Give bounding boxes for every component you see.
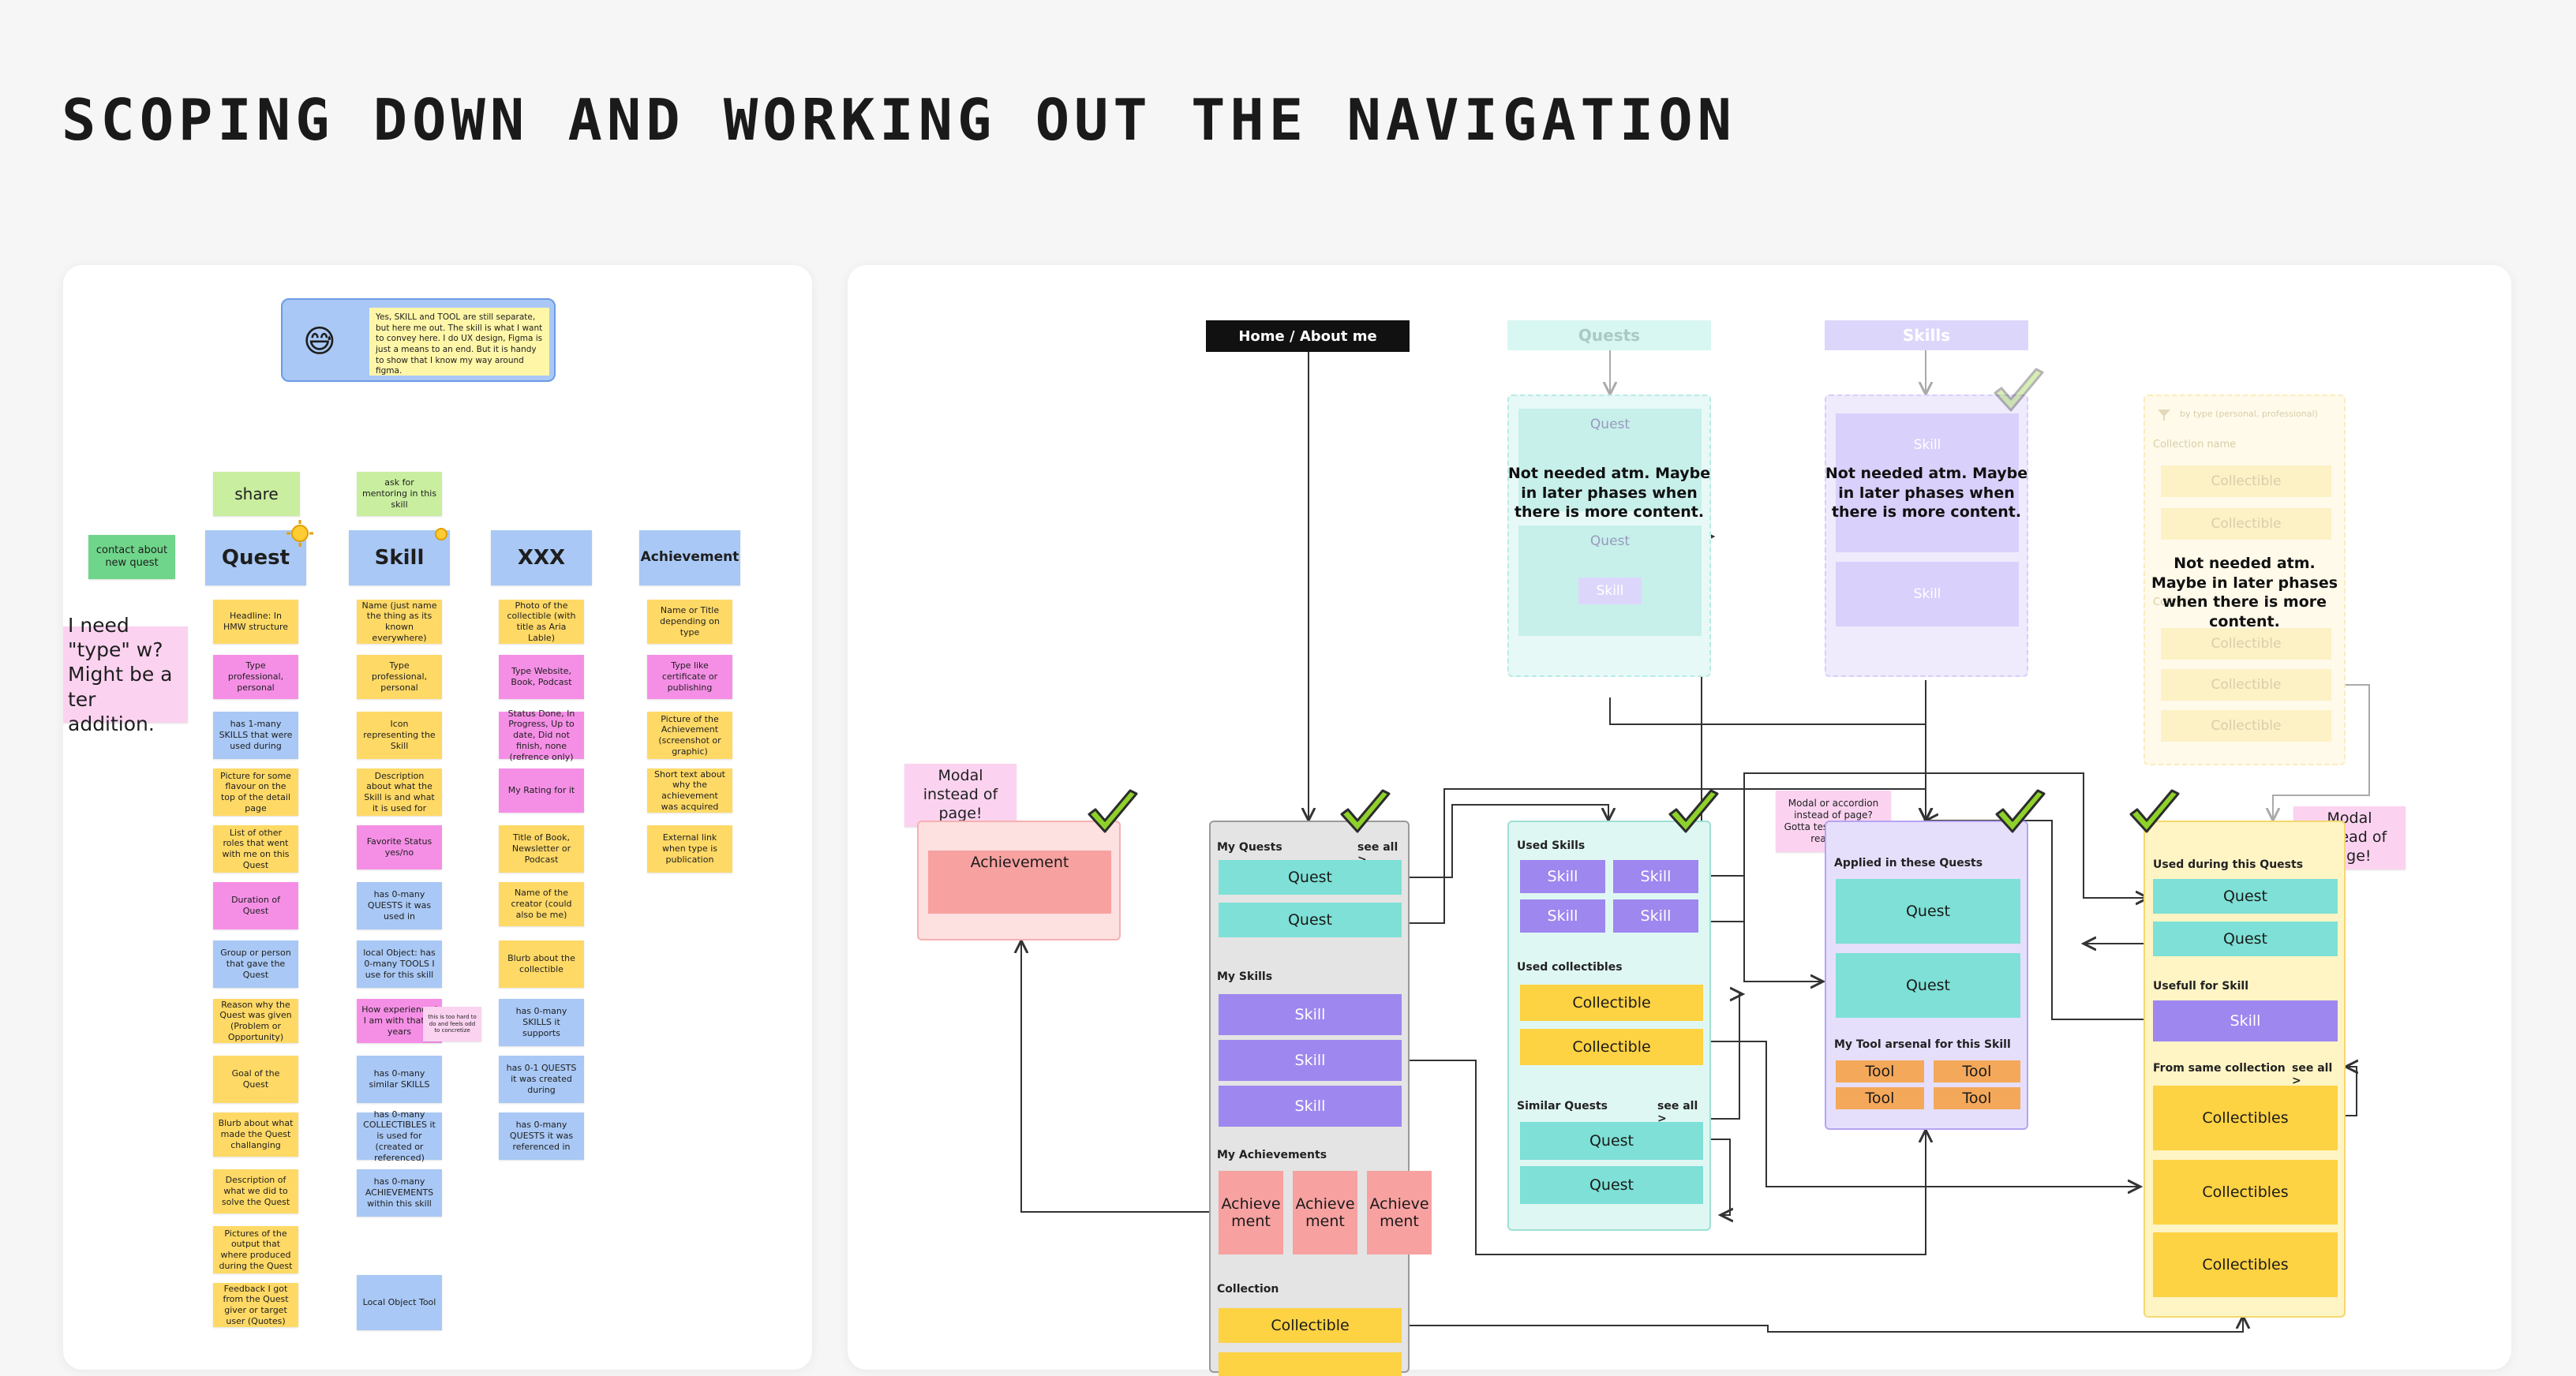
collection-name-label: Collection name xyxy=(2153,439,2237,451)
collectible-ghost-card: Collectible xyxy=(2161,508,2331,540)
achievement-card[interactable]: Achieve ment xyxy=(1293,1171,1357,1254)
tool-card[interactable]: Tool xyxy=(1934,1087,2020,1109)
skills-list-frame: Skill Skill xyxy=(1825,394,2028,677)
skill-card[interactable]: Skill xyxy=(1520,899,1605,933)
quest-card[interactable]: Quest xyxy=(1219,860,1402,895)
checkmark-icon xyxy=(1088,789,1138,833)
skill-card[interactable]: Skill xyxy=(1520,860,1605,893)
checkmark-icon xyxy=(1995,789,2046,833)
collection-not-needed-note: Not needed atm. Maybe in later phases wh… xyxy=(2151,555,2338,631)
collectible-card[interactable]: Collectibles xyxy=(2153,1160,2338,1225)
filter-label: by type (personal, professional) xyxy=(2180,409,2318,419)
my-quests-label: My Quests xyxy=(1217,841,1282,854)
home-frame: My Quests see all > Quest Quest My Skill… xyxy=(1209,821,1432,1376)
home-title: Home / About me xyxy=(1206,320,1410,352)
used-collectibles-label: Used collectibles xyxy=(1517,961,1623,974)
quest-card[interactable]: Quest xyxy=(2153,922,2338,956)
tool-card[interactable]: Tool xyxy=(1836,1087,1924,1109)
collectible-card[interactable]: Collectible xyxy=(1520,985,1703,1021)
skills-title: Skills xyxy=(1825,320,2028,350)
collectible-card[interactable]: Collectibles xyxy=(2153,1086,2338,1150)
tool-arsenal-label: My Tool arsenal for this Skill xyxy=(1834,1038,2011,1051)
quests-not-needed-note: Not needed atm. Maybe in later phases wh… xyxy=(1507,465,1711,522)
checkmark-icon xyxy=(1668,789,1719,833)
skill-card[interactable]: Skill xyxy=(2153,1000,2338,1041)
modal-note-left: Modal instead of page! xyxy=(904,764,1017,827)
my-achievements-label: My Achievements xyxy=(1217,1149,1327,1161)
collectible-card[interactable]: Collectibles xyxy=(2153,1232,2338,1297)
collectible-card[interactable]: Collectible xyxy=(1219,1308,1402,1343)
tool-card[interactable]: Tool xyxy=(1836,1060,1924,1082)
quest-card[interactable]: Quest xyxy=(1219,903,1402,937)
skill-ghost-card: Skill xyxy=(1836,562,2019,626)
quests-list-frame: Quest Quest Skill xyxy=(1507,394,1711,677)
filter-icon xyxy=(2156,407,2172,423)
my-skills-label: My Skills xyxy=(1217,970,1273,983)
skill-card[interactable]: Skill xyxy=(1219,1040,1402,1081)
skill-detail-frame: Applied in these Quests Quest Quest My T… xyxy=(1825,821,2028,1130)
quest-detail-frame: Used Skills Skill Skill Skill Skill Used… xyxy=(1507,821,1711,1231)
checkmark-icon xyxy=(2129,789,2180,833)
quest-card[interactable]: Quest xyxy=(1836,953,2020,1018)
collectible-ghost-card: Collectible xyxy=(2161,628,2331,660)
collectible-detail-frame: Used during this Quests Quest Quest Usef… xyxy=(2144,821,2346,1318)
tool-card[interactable]: Tool xyxy=(1934,1060,2020,1082)
quest-card[interactable]: Quest xyxy=(2153,879,2338,914)
quest-card[interactable]: Quest xyxy=(1520,1122,1703,1160)
achievement-card[interactable]: Achieve ment xyxy=(1367,1171,1432,1254)
collectible-card[interactable]: Collectible xyxy=(1520,1029,1703,1065)
quests-title: Quests xyxy=(1507,320,1711,350)
checkmark-icon xyxy=(1994,368,2044,412)
see-all-link[interactable]: see all > xyxy=(2292,1062,2344,1087)
usefull-for-label: Usefull for Skill xyxy=(2153,980,2249,993)
skill-card[interactable]: Skill xyxy=(1613,899,1698,933)
similar-quests-label: Similar Quests xyxy=(1517,1100,1608,1112)
from-same-collection-label: From same collection xyxy=(2153,1062,2286,1075)
achievement-card[interactable]: Achieve ment xyxy=(1219,1171,1283,1254)
used-skills-label: Used Skills xyxy=(1517,839,1586,852)
collectible-ghost-card: Collectible xyxy=(2161,669,2331,701)
checkmark-icon xyxy=(1340,789,1391,833)
collectible-ghost-card: Collectible xyxy=(2161,710,2331,742)
skill-card[interactable]: Skill xyxy=(1219,1086,1402,1127)
used-during-label: Used during this Quests xyxy=(2153,858,2304,871)
skill-ghost-chip: Skill xyxy=(1578,578,1642,604)
skills-not-needed-note: Not needed atm. Maybe in later phases wh… xyxy=(1825,465,2028,522)
quest-card[interactable]: Quest xyxy=(1836,879,2020,944)
quest-card[interactable]: Quest xyxy=(1520,1166,1703,1204)
skill-card[interactable]: Skill xyxy=(1219,994,1402,1035)
collection-label: Collection xyxy=(1217,1283,1279,1296)
applied-quests-label: Applied in these Quests xyxy=(1834,857,1983,869)
collectible-ghost-card: Collectible xyxy=(2161,466,2331,497)
achievement-card[interactable]: Achievement xyxy=(928,851,1111,914)
skill-card[interactable]: Skill xyxy=(1613,860,1698,893)
